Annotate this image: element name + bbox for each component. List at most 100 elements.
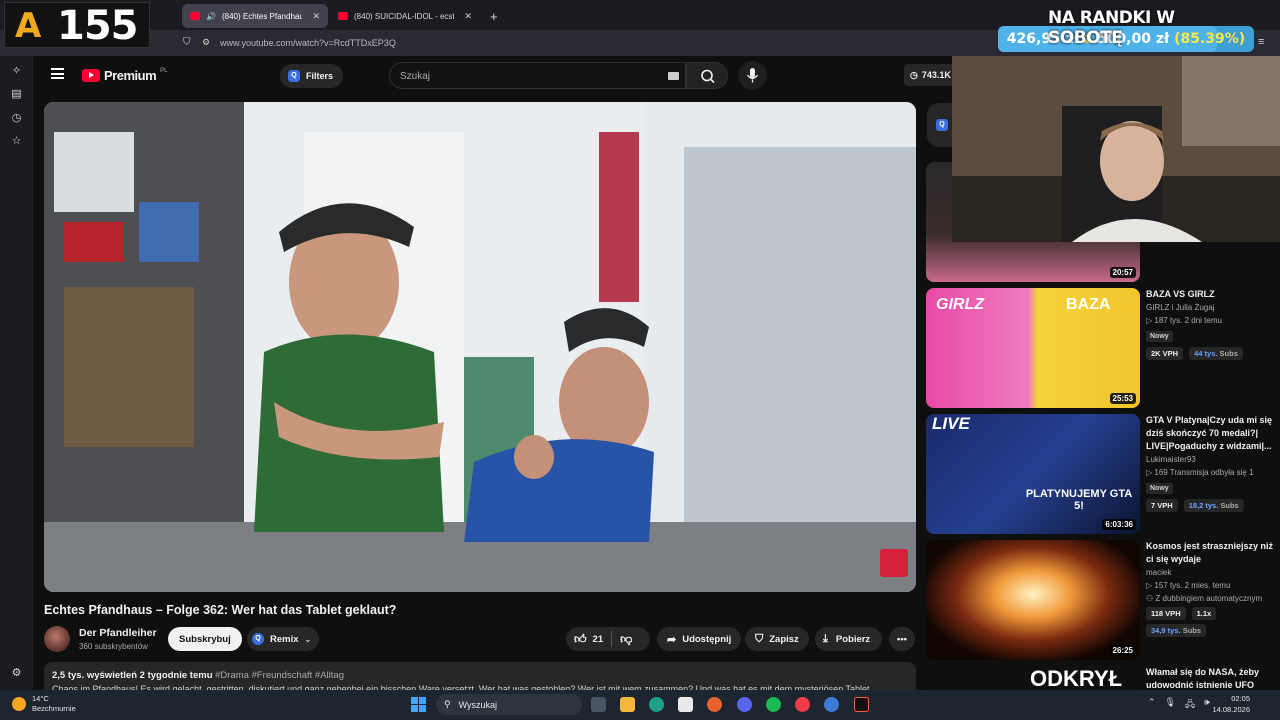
subscribe-button[interactable]: Subskrybuj (168, 627, 242, 651)
description-meta: 2,5 tys. wyświetleń 2 tygodnie temu #Dra… (52, 670, 344, 681)
tray-chevron-icon[interactable]: ⌃ (1148, 697, 1156, 713)
goal-title: NA RANDKI W SOBOTĘ (1048, 8, 1175, 48)
firefox-icon[interactable] (707, 697, 722, 712)
subs-number: 34,9 tys. (1151, 626, 1181, 635)
subs-badge: 44 tys. Subs (1189, 347, 1243, 360)
filters-button[interactable]: Q Filters (280, 64, 344, 88)
video-title[interactable]: Kosmos jest straszniejszy niż ci się wyd… (1146, 540, 1276, 566)
microphone-tray-icon[interactable]: 🎙︎ (1165, 697, 1176, 713)
new-badge: Nowy (1146, 483, 1173, 494)
speaker-icon: 🔊 (206, 11, 216, 21)
views-chip[interactable]: ◷ 743.1K (904, 64, 957, 86)
video-thumbnail[interactable]: LIVE PLATYNUJEMY GTA 5! 6:03:36 (926, 414, 1140, 534)
video-stats: ▷ 157 tys. 2 mies. temu (1146, 581, 1231, 590)
video-thumbnail[interactable]: ODKRYŁ (926, 666, 1140, 690)
weather-text: 14°C Bezchmurnie (32, 694, 76, 714)
vph-stats: 7 VPH 18,2 tys. Subs (1146, 499, 1276, 512)
weather-temp: 14°C (32, 694, 49, 703)
hamburger-menu-icon[interactable] (51, 68, 64, 79)
share-button[interactable]: ➦ Udostępnij (657, 627, 742, 651)
edge-icon[interactable] (649, 697, 664, 712)
new-tab-button[interactable]: + (482, 4, 506, 28)
video-title[interactable]: BAZA VS GIRLZ (1146, 288, 1276, 301)
remix-label: Remix (270, 633, 299, 645)
settings-gear-icon[interactable]: ⚙ (10, 667, 23, 680)
vph-badge: 118 VPH (1146, 607, 1186, 620)
discord-icon[interactable] (737, 697, 752, 712)
channel-name[interactable]: Lukimaister93 (1146, 455, 1276, 464)
more-actions-button[interactable]: ••• (889, 627, 915, 651)
thumb-text: LIVE (932, 414, 970, 433)
tab-label: (840) SUICIDAL-IDOL - ecstacy (354, 11, 455, 21)
tab-close-icon[interactable]: ✕ (464, 11, 472, 22)
description-box[interactable]: 2,5 tys. wyświetleń 2 tygodnie temu #Dra… (44, 662, 916, 692)
multiplier-badge: 1.1x (1191, 607, 1217, 620)
subs-word: Subs (1219, 349, 1238, 358)
app-icon[interactable] (795, 697, 810, 712)
youtube-favicon-icon (338, 12, 348, 20)
volume-icon[interactable]: 🕪︎ (1204, 697, 1210, 713)
taskbar-search[interactable]: ⚲ Wyszukaj (436, 694, 582, 715)
keyboard-icon[interactable] (668, 72, 679, 80)
weather-widget[interactable]: 14°C Bezchmurnie (12, 694, 76, 714)
video-stats: ▷ 169 Transmisja odbyła się 1 (1146, 468, 1254, 477)
search-input[interactable] (400, 68, 660, 84)
bookmark-star-icon[interactable]: ☆ (10, 135, 23, 148)
channel-name[interactable]: GIRLZ i Julia Żugaj (1146, 303, 1276, 312)
video-thumbnail[interactable]: GIRLZ BAZA 25:53 (926, 288, 1140, 408)
file-explorer-icon[interactable] (620, 697, 635, 712)
tab-3[interactable]: (840) SUICIDAL-IDOL - ecstacy ✕ (330, 4, 480, 28)
video-title[interactable]: Włamał się do NASA, żeby udowodnić istni… (1146, 666, 1276, 690)
video-thumbnail[interactable]: 26:25 (926, 540, 1140, 660)
remix-button[interactable]: Q Remix ⌄ (247, 627, 320, 651)
tab-close-icon[interactable]: ✕ (312, 11, 320, 22)
video-duration: 20:57 (1109, 267, 1136, 278)
video-player[interactable] (44, 102, 916, 592)
network-icon[interactable]: 🖧︎ (1185, 697, 1195, 713)
settings-app-icon[interactable] (824, 697, 839, 712)
pocket-icon[interactable]: ▤ (10, 88, 23, 101)
store-icon[interactable] (678, 697, 693, 712)
clock-date: 14.08.2026 (1212, 705, 1250, 714)
rail-filter-chip[interactable]: Q (927, 103, 952, 147)
video-title[interactable]: GTA V Platyna|Czy uda mi się dziś skończ… (1146, 414, 1276, 453)
hashtags[interactable]: #Drama #Freundschaft #Alltag (215, 670, 344, 681)
search-box[interactable] (389, 62, 686, 89)
shield-icon[interactable]: ⛉ (183, 37, 191, 48)
dubbing-icon: ⚇ (1146, 594, 1154, 603)
tiktok-icon[interactable] (854, 697, 869, 712)
subs-word: Subs (1220, 501, 1239, 510)
save-button[interactable]: ⛉ Zapisz (745, 627, 809, 651)
recommendation-item[interactable]: ODKRYŁ Włamał się do NASA, żeby udowodni… (926, 666, 1280, 690)
site-settings-icon[interactable]: ⚙ (202, 37, 210, 48)
channel-avatar[interactable] (44, 626, 70, 652)
windows-start-icon[interactable] (411, 697, 426, 712)
download-button[interactable]: ⤓ Pobierz (815, 627, 883, 651)
vph-stats: 2K VPH 44 tys. Subs (1146, 347, 1276, 360)
menu-icon[interactable]: ≡ (1258, 36, 1264, 48)
thumbs-up-icon[interactable]: 👍︎ (574, 632, 587, 647)
search-button[interactable] (686, 62, 728, 89)
task-view-icon[interactable] (591, 697, 606, 712)
search-icon (701, 69, 715, 84)
thumb-text: PLATYNUJEMY GTA 5! (1025, 488, 1133, 512)
youtube-premium-logo[interactable]: Premium PL (82, 68, 167, 83)
taskbar-clock[interactable]: 02:05 14.08.2026 (1212, 693, 1250, 715)
subs-badge: 18,2 tys. Subs (1183, 499, 1244, 512)
subs-stats: 34,9 tys. Subs (1146, 624, 1276, 637)
moon-weather-icon (12, 697, 26, 711)
voice-search-button[interactable] (738, 61, 767, 90)
thumb-text: BAZA (1066, 296, 1111, 313)
channel-name[interactable]: maciek (1146, 568, 1276, 577)
filter-extension-icon: Q (936, 119, 948, 131)
url-text[interactable]: www.youtube.com/watch?v=RcdTTDxEP3Q (220, 38, 396, 48)
thumbs-down-icon[interactable]: 👎︎ (620, 632, 632, 647)
spotify-icon[interactable] (766, 697, 781, 712)
channel-name[interactable]: Der Pfandleiher (79, 627, 157, 639)
history-icon[interactable]: ◷ (10, 112, 23, 125)
video-duration: 6:03:36 (1102, 519, 1136, 530)
like-count[interactable]: 21 (593, 634, 604, 645)
tab-2-active[interactable]: 🔊 (840) Echtes Pfandhaus – F ✕ (182, 4, 328, 28)
more-dots-icon: ••• (897, 633, 907, 645)
ai-sparkle-icon[interactable]: ✧ (10, 65, 23, 78)
